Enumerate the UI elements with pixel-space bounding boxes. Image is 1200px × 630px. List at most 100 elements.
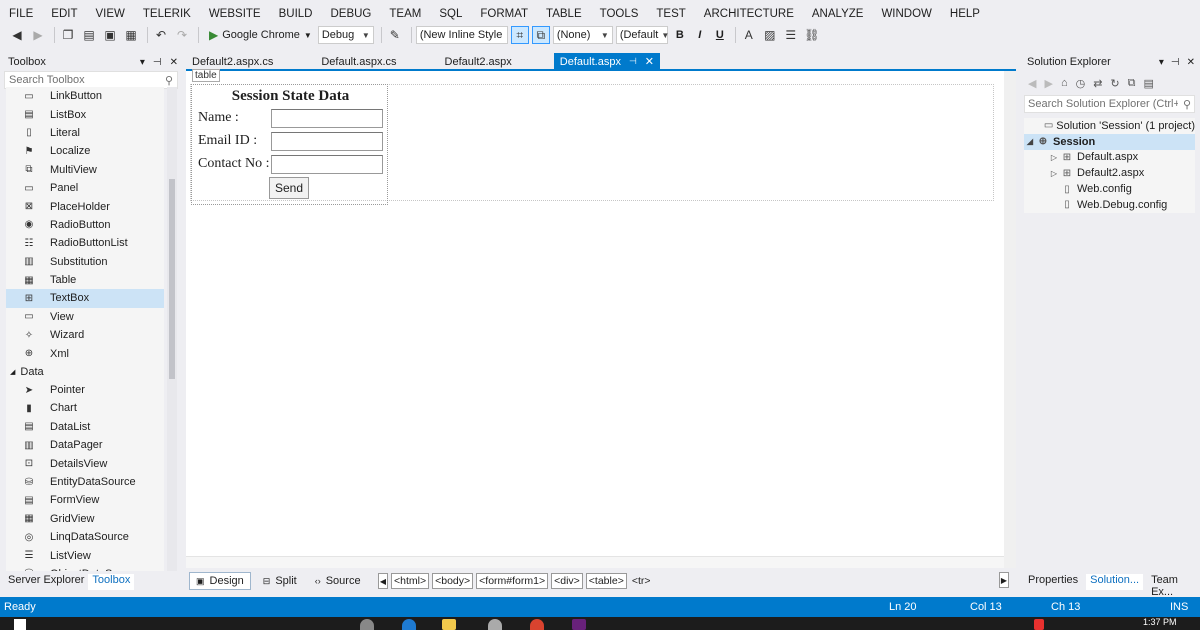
tab-properties[interactable]: Properties [1024,574,1082,590]
toolbox-item-pointer[interactable]: ➤ Pointer [6,381,164,399]
apply-style-icon[interactable]: ⌗ [510,26,529,44]
tab-default-aspx-cs[interactable]: Default.aspx.cs [315,53,402,70]
target-rule-combo[interactable]: (None) ▼ [552,26,613,44]
session-form-table[interactable]: Session State Data Name : Email ID : Con… [191,84,388,205]
toolbox-item-linkbutton[interactable]: ▭ LinkButton [6,87,164,105]
solution-tree-item[interactable]: ▯ Web.Debug.config [1024,197,1195,213]
close-icon[interactable]: ✕ [170,57,178,68]
menu-help[interactable]: HELP [941,8,989,20]
toolbox-item-localize[interactable]: ⚑ Localize [6,142,164,160]
windows-start-icon[interactable] [14,619,26,630]
contact-field[interactable] [271,155,383,174]
new-project-icon[interactable]: ❐ [59,26,77,44]
task-view-icon[interactable] [360,619,374,630]
menu-file[interactable]: FILE [0,8,42,20]
toolbox-item-listview[interactable]: ☰ ListView [6,546,164,564]
toolbox-item-radiobuttonlist[interactable]: ☷ RadioButtonList [6,234,164,252]
toolbox-item-listbox[interactable]: ▤ ListBox [6,105,164,123]
tab-source[interactable]: ‹› Source [309,572,367,590]
forward-icon[interactable]: ▶ [29,26,47,44]
pin-icon[interactable]: ⊣ [629,56,637,67]
solution-tree-item[interactable]: ◢ ⊕ Session [1024,133,1195,150]
close-icon[interactable]: ✕ [645,55,654,68]
pin-icon[interactable]: ⊣ [153,57,162,68]
expand-icon[interactable]: ▷ [1048,153,1060,162]
menu-table[interactable]: TABLE [537,8,591,20]
toolbox-group-data[interactable]: ◢ Data [6,363,164,381]
send-button[interactable]: Send [269,177,309,199]
dropdown-icon[interactable]: ▾ [1159,57,1164,68]
forward-icon[interactable]: ▶ [1044,77,1052,90]
tab-design[interactable]: ▣ Design [189,572,251,590]
settings-icon[interactable] [488,619,502,630]
expand-icon[interactable]: ▷ [1048,169,1060,178]
format-brush-icon[interactable]: ✎ [386,26,404,44]
menu-test[interactable]: TEST [647,8,694,20]
back-icon[interactable]: ◀ [1028,77,1036,90]
align-icon[interactable]: ☰ [782,26,800,44]
solution-tree-item[interactable]: ▭ Solution 'Session' (1 project) [1024,118,1195,134]
toolbox-item-objectdatasource[interactable]: ⛁ ObjectDataSource [6,565,164,571]
toolbox-item-detailsview[interactable]: ⊡ DetailsView [6,454,164,472]
menu-format[interactable]: FORMAT [471,8,537,20]
run-button[interactable]: ▶ Google Chrome ▼ [209,28,312,42]
menu-website[interactable]: WEBSITE [200,8,270,20]
tab-split[interactable]: ⊟ Split [257,572,303,590]
toolbox-item-gridview[interactable]: ▦ GridView [6,510,164,528]
toolbox-item-table[interactable]: ▦ Table [6,271,164,289]
tab-server-explorer[interactable]: Server Explorer [4,574,88,590]
redo-icon[interactable]: ↷ [173,26,191,44]
open-file-icon[interactable]: ▤ [80,26,98,44]
vertical-scrollbar[interactable] [1004,71,1016,568]
menu-tools[interactable]: TOOLS [591,8,648,20]
breadcrumb-tr[interactable]: <tr> [630,573,653,589]
font-combo[interactable]: (Default ▼ [615,26,669,44]
toolbox-item-xml[interactable]: ⊕ Xml [6,344,164,362]
menu-view[interactable]: VIEW [87,8,134,20]
tray-icon[interactable] [1034,619,1044,630]
properties-icon[interactable]: ▤ [1144,77,1154,90]
tab-team-explorer[interactable]: Team Ex... [1147,574,1196,598]
breadcrumb-table[interactable]: <table> [585,573,627,589]
menu-team[interactable]: TEAM [380,8,430,20]
pending-changes-icon[interactable]: ◷ [1076,77,1086,90]
menu-edit[interactable]: EDIT [42,8,86,20]
chevron-left-icon[interactable]: ◀ [378,573,388,589]
toolbox-item-chart[interactable]: ▮ Chart [6,399,164,417]
save-icon[interactable]: ▣ [101,26,119,44]
italic-button[interactable]: I [691,29,709,41]
email-field[interactable] [271,132,383,151]
tab-default-aspx[interactable]: Default.aspx ⊣ ✕ [553,53,661,70]
toolbox-item-substitution[interactable]: ▥ Substitution [6,253,164,271]
solution-tree-item[interactable]: ▷ ⊞ Default2.aspx [1024,165,1195,181]
refresh-icon[interactable]: ↻ [1110,77,1119,90]
font-color-icon[interactable]: A [740,26,758,44]
underline-button[interactable]: U [711,29,729,41]
hyperlink-icon[interactable]: ⛓ [803,26,821,44]
menu-telerik[interactable]: TELERIK [134,8,200,20]
solution-tree-item[interactable]: ▷ ⊞ Default.aspx [1024,150,1195,166]
toolbox-scrollbar[interactable] [167,87,177,571]
configuration-combo[interactable]: Debug ▼ [317,26,374,44]
tab-solution-explorer[interactable]: Solution... [1086,574,1144,590]
toolbox-item-view[interactable]: ▭ View [6,308,164,326]
browser-icon[interactable] [402,619,416,630]
toolbox-item-linqdatasource[interactable]: ◎ LinqDataSource [6,528,164,546]
toolbox-item-literal[interactable]: ▯ Literal [6,124,164,142]
solution-tree-item[interactable]: ▯ Web.config [1024,181,1195,197]
name-field[interactable] [271,109,383,128]
solution-search-input[interactable]: Search Solution Explorer (Ctrl+;) ⚲ [1024,95,1195,113]
collapse-all-icon[interactable]: ⧉ [1128,77,1136,90]
toolbox-item-datalist[interactable]: ▤ DataList [6,418,164,436]
save-all-icon[interactable]: ▦ [122,26,140,44]
toolbox-item-entitydatasource[interactable]: ⛁ EntityDataSource [6,473,164,491]
menu-build[interactable]: BUILD [270,8,322,20]
close-icon[interactable]: ✕ [1187,57,1195,68]
style-combo[interactable]: (New Inline Style [415,26,508,44]
expand-icon[interactable]: ◢ [1024,137,1036,146]
tab-default2-aspx-cs[interactable]: Default2.aspx.cs [186,53,279,70]
tab-default2-aspx[interactable]: Default2.aspx [439,53,518,70]
menu-window[interactable]: WINDOW [872,8,940,20]
toolbox-item-radiobutton[interactable]: ◉ RadioButton [6,216,164,234]
menu-architecture[interactable]: ARCHITECTURE [695,8,803,20]
